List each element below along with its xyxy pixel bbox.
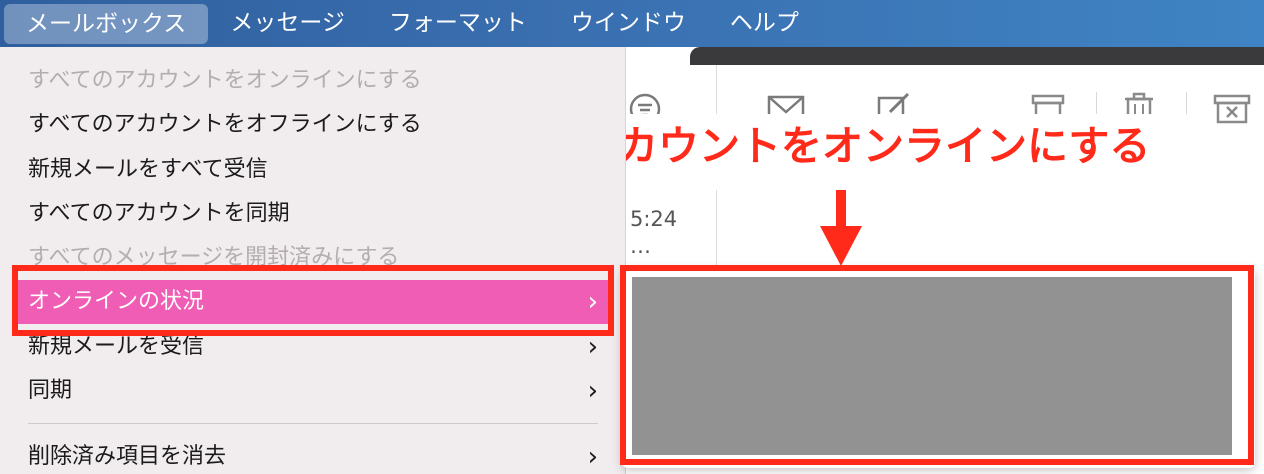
menubar-format[interactable]: フォーマット bbox=[367, 0, 549, 47]
chevron-right-icon: › bbox=[587, 442, 598, 472]
menu-separator bbox=[28, 423, 598, 424]
menu-item-label: 削除済み項目を消去 bbox=[28, 444, 227, 469]
menu-item-mark-all-read: すべてのメッセージを開封済みにする bbox=[14, 236, 612, 280]
message-preview-ellipsis: … bbox=[630, 234, 651, 258]
menu-item-label: すべてのアカウントを同期 bbox=[28, 201, 290, 226]
chevron-right-icon: › bbox=[587, 332, 598, 362]
window-titlebar bbox=[690, 47, 1264, 65]
menu-item-label: すべてのメッセージを開封済みにする bbox=[28, 245, 400, 270]
menu-item-receive-new[interactable]: 新規メールを受信 › bbox=[14, 325, 612, 369]
menu-item-label: すべてのアカウントをオンラインにする bbox=[28, 68, 422, 93]
menubar-help[interactable]: ヘルプ bbox=[708, 0, 821, 47]
menu-item-label: 同期 bbox=[28, 378, 73, 403]
menu-item-label: オンラインの状況 bbox=[28, 289, 205, 314]
junk-icon[interactable] bbox=[1212, 92, 1252, 135]
menu-item-label: すべてのアカウントをオフラインにする bbox=[28, 112, 422, 137]
menubar-window[interactable]: ウインドウ bbox=[549, 0, 708, 47]
chevron-right-icon: › bbox=[587, 287, 598, 317]
mailbox-dropdown-menu: すべてのアカウントをオンラインにする すべてのアカウントをオフラインにする 新規… bbox=[0, 47, 626, 474]
annotation-arrow-shaft bbox=[836, 190, 846, 228]
menu-item-all-online: すべてのアカウントをオンラインにする bbox=[14, 59, 612, 103]
message-time: 5:24 bbox=[630, 207, 678, 231]
menu-item-online-status[interactable]: オンラインの状況 › bbox=[14, 280, 612, 324]
menu-item-all-offline[interactable]: すべてのアカウントをオフラインにする bbox=[14, 103, 612, 147]
menu-item-erase-deleted[interactable]: 削除済み項目を消去 › bbox=[14, 435, 612, 474]
chevron-right-icon: › bbox=[587, 376, 598, 406]
menu-item-sync-all[interactable]: すべてのアカウントを同期 bbox=[14, 192, 612, 236]
menu-item-label: 新規メールを受信 bbox=[28, 334, 205, 359]
menubar-mailbox[interactable]: メールボックス bbox=[4, 3, 209, 44]
menu-item-receive-all[interactable]: 新規メールをすべて受信 bbox=[14, 148, 612, 192]
menu-item-label: 新規メールをすべて受信 bbox=[28, 157, 268, 182]
menu-item-sync[interactable]: 同期 › bbox=[14, 369, 612, 413]
menubar-message[interactable]: メッセージ bbox=[208, 0, 367, 47]
redacted-account-list[interactable] bbox=[632, 277, 1232, 455]
annotation-arrow-icon bbox=[820, 226, 862, 266]
menu-bar: メールボックス メッセージ フォーマット ウインドウ ヘルプ bbox=[0, 0, 1264, 47]
